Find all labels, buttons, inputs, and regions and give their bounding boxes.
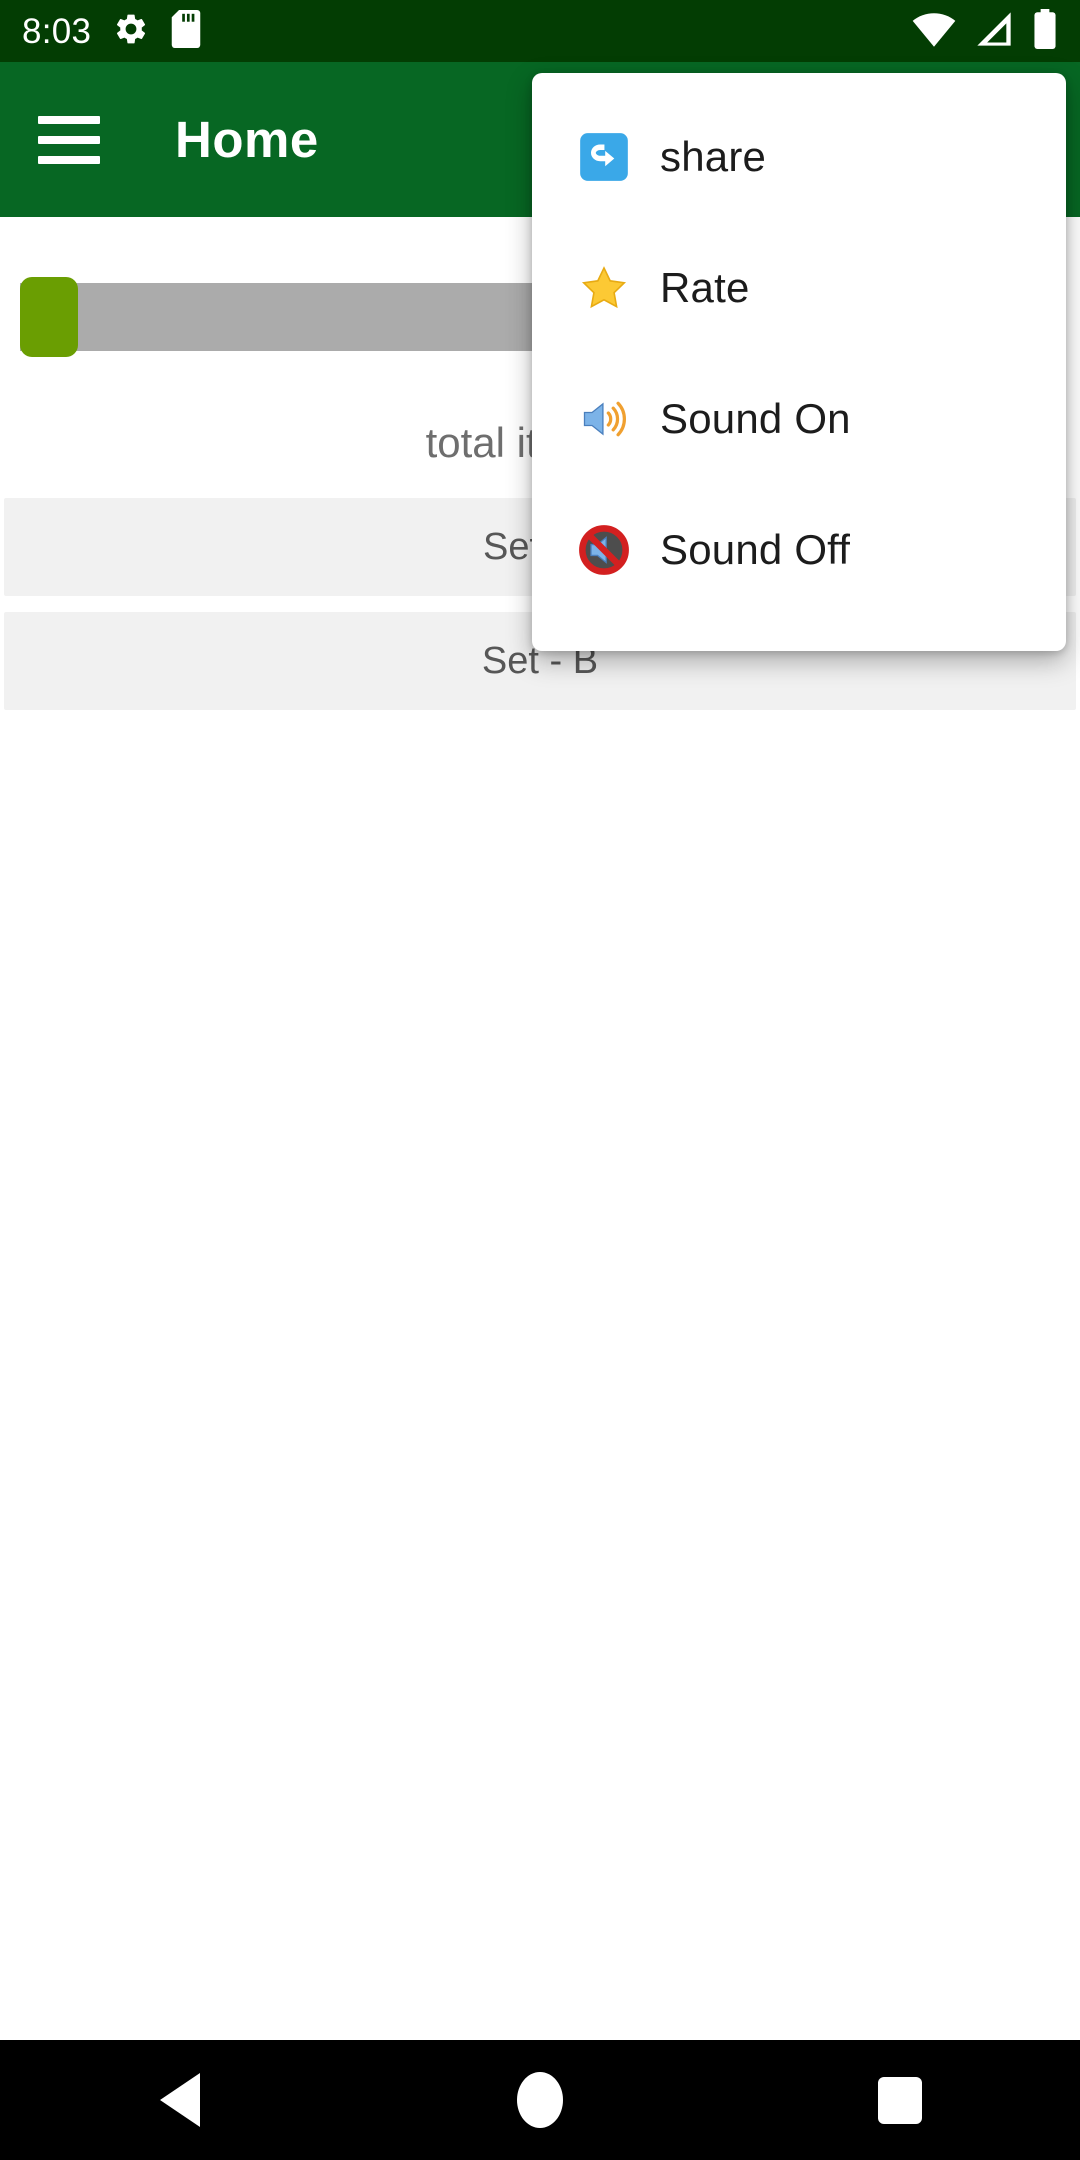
nav-back-button[interactable]	[100, 2040, 260, 2160]
gear-icon	[113, 11, 149, 52]
menu-item-sound-off[interactable]: Sound Off	[532, 484, 1066, 615]
star-icon	[576, 260, 632, 316]
menu-item-rate[interactable]: Rate	[532, 222, 1066, 353]
phone-screen: 8:03 Home total Set Set - B share Rate S…	[0, 0, 1080, 2160]
status-bar-left-group: 8:03	[22, 9, 201, 53]
status-bar-clock: 8:03	[22, 11, 92, 51]
square-recents-icon	[878, 2076, 922, 2124]
hamburger-line-2	[38, 135, 100, 144]
menu-item-label: Sound Off	[660, 525, 851, 573]
speaker-on-icon	[576, 391, 632, 447]
hamburger-line-1	[38, 115, 100, 124]
hamburger-line-3	[38, 155, 100, 164]
triangle-back-icon	[160, 2073, 200, 2127]
cellular-signal-icon	[974, 10, 1014, 53]
menu-item-label: share	[660, 132, 767, 180]
sd-card-icon	[171, 9, 201, 53]
menu-item-label: Sound On	[660, 394, 851, 442]
wifi-icon	[912, 10, 956, 53]
menu-item-label: Rate	[660, 263, 750, 311]
android-navigation-bar	[0, 2040, 1080, 2160]
battery-full-icon	[1032, 8, 1058, 54]
progress-bar-fill	[20, 277, 78, 357]
speaker-muted-icon	[576, 522, 632, 578]
menu-item-share[interactable]: share	[532, 91, 1066, 222]
page-title: Home	[175, 111, 319, 168]
hamburger-menu-icon[interactable]	[38, 115, 100, 164]
circle-home-icon	[517, 2072, 563, 2128]
share-arrow-icon	[576, 129, 632, 185]
overflow-popup-menu[interactable]: share Rate Sound On Sound Off	[532, 73, 1066, 651]
status-bar: 8:03	[0, 0, 1080, 62]
nav-home-button[interactable]	[460, 2040, 620, 2160]
nav-recents-button[interactable]	[820, 2040, 980, 2160]
status-bar-right-group	[912, 8, 1058, 54]
menu-item-sound-on[interactable]: Sound On	[532, 353, 1066, 484]
